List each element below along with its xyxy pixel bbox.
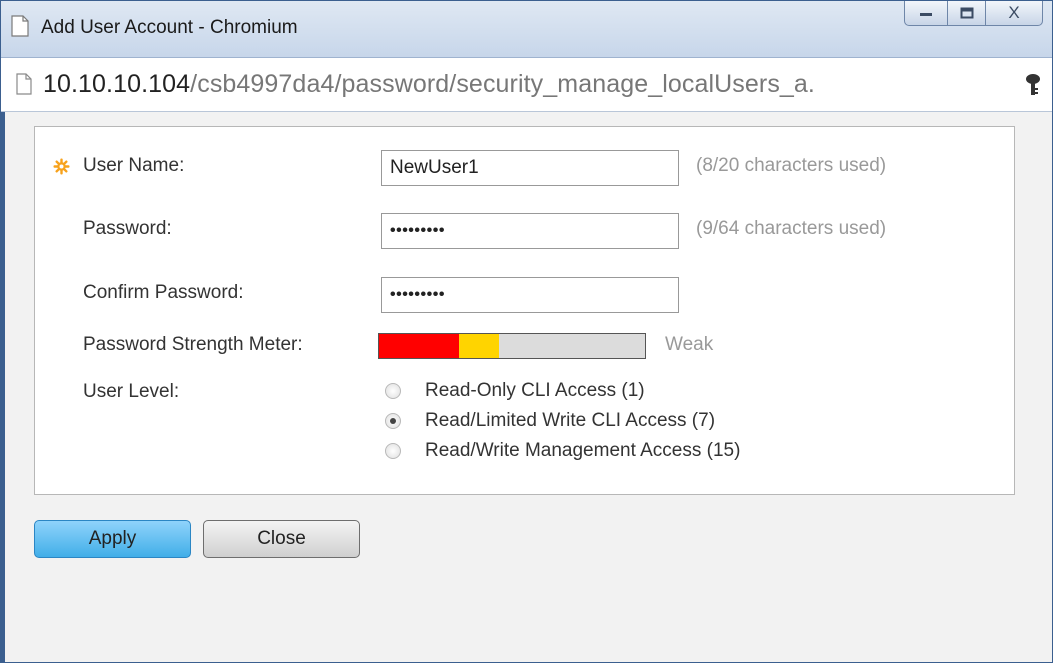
user-level-option-7[interactable]: Read/Limited Write CLI Access (7) [385, 408, 715, 434]
address-bar[interactable]: 10.10.10.104/csb4997da4/password/securit… [1, 58, 1052, 112]
user-level-option-1[interactable]: Read-Only CLI Access (1) [385, 378, 645, 404]
url-host: 10.10.10.104 [43, 70, 191, 98]
maximize-button[interactable] [948, 1, 986, 26]
confirm-password-label: Confirm Password: [83, 282, 244, 303]
password-strength-meter [378, 333, 646, 359]
username-field[interactable]: NewUser1 [381, 150, 679, 186]
password-label: Password: [83, 218, 172, 239]
window-controls: X [904, 1, 1043, 27]
window-edge [1, 112, 5, 662]
radio-limited-write[interactable] [385, 413, 401, 429]
url-text[interactable]: 10.10.10.104/csb4997da4/password/securit… [43, 70, 815, 99]
page-icon [16, 73, 32, 95]
maximize-icon [960, 7, 973, 19]
apply-button[interactable]: Apply [34, 520, 191, 558]
page-icon [11, 15, 29, 37]
radio-read-write[interactable] [385, 443, 401, 459]
username-char-count: (8/20 characters used) [696, 155, 887, 176]
strength-meter-label: Password Strength Meter: [83, 334, 303, 355]
user-account-form: User Name: NewUser1 (8/20 characters use… [34, 126, 1015, 495]
window-title: Add User Account - Chromium [41, 17, 298, 38]
username-label: User Name: [83, 155, 185, 176]
strength-yellow-segment [458, 334, 499, 358]
url-path: /csb4997da4/password/security_manage_loc… [190, 70, 815, 98]
browser-window: Add User Account - Chromium X 10.10.10.1… [0, 0, 1053, 663]
radio-read-only[interactable] [385, 383, 401, 399]
close-button[interactable]: Close [203, 520, 360, 558]
radio-label: Read-Only CLI Access (1) [425, 380, 645, 401]
close-window-button[interactable]: X [986, 1, 1043, 26]
strength-red-segment [379, 334, 459, 358]
user-level-label: User Level: [83, 381, 180, 402]
strength-text: Weak [665, 334, 714, 355]
confirm-password-field[interactable]: ••••••••• [381, 277, 679, 313]
radio-label: Read/Write Management Access (15) [425, 440, 741, 461]
key-icon[interactable] [1025, 73, 1041, 97]
minimize-icon [920, 13, 932, 16]
required-star-icon [53, 158, 70, 175]
dialog-content: User Name: NewUser1 (8/20 characters use… [1, 112, 1052, 662]
password-char-count: (9/64 characters used) [696, 218, 887, 239]
user-level-option-15[interactable]: Read/Write Management Access (15) [385, 438, 740, 464]
title-bar: Add User Account - Chromium X [1, 1, 1052, 58]
close-icon: X [1008, 3, 1020, 22]
password-field[interactable]: ••••••••• [381, 213, 679, 249]
radio-label: Read/Limited Write CLI Access (7) [425, 410, 716, 431]
minimize-button[interactable] [904, 1, 948, 26]
